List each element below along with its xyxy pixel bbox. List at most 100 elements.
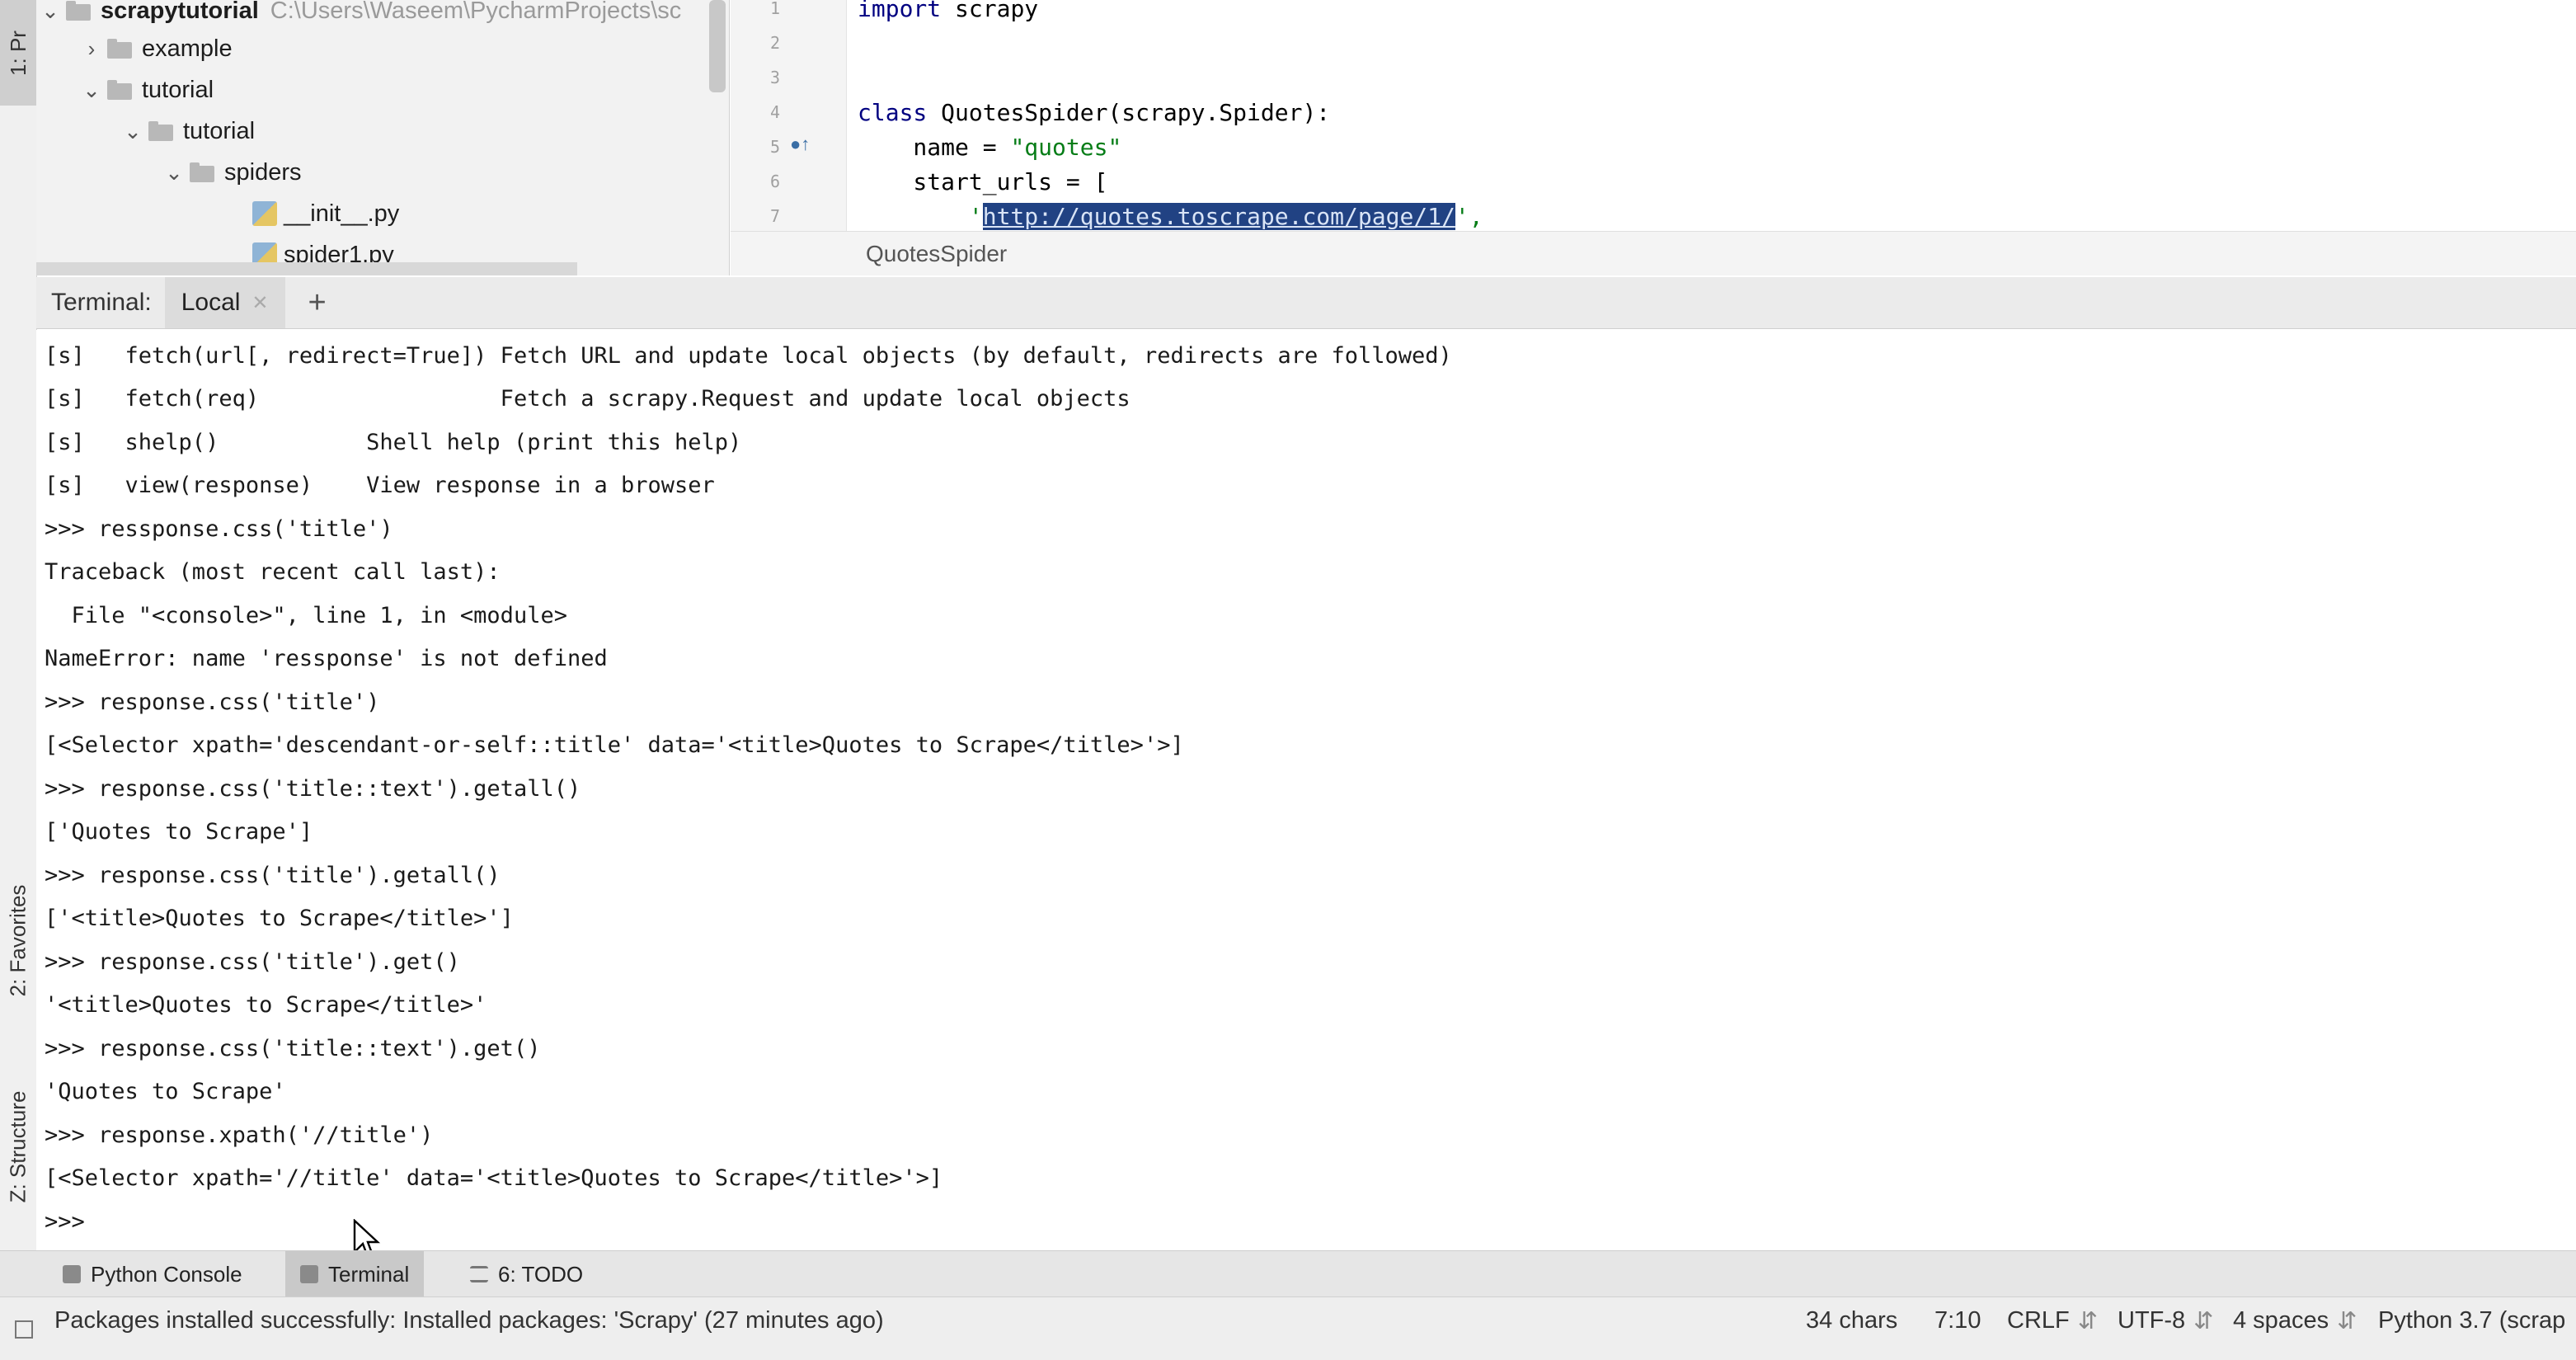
left-tool-strip: 1: Pr 2: Favorites Z: Structure [0,0,37,1250]
file-encoding[interactable]: UTF-8 ⇵ [2118,1297,2213,1344]
tab-label: 6: TODO [498,1261,584,1287]
tree-item-label: example [142,35,233,62]
editor-gutter: 1 2 3 4 5 6 7 ●↑ [731,0,847,231]
tree-root-path: C:\Users\Waseem\PycharmProjects\sc [270,0,682,24]
tree-item-root[interactable]: ⌄ scrapytutorial C:\Users\Waseem\Pycharm… [36,0,681,31]
tool-window-bar: Python Console Terminal 6: TODO [0,1250,2576,1297]
terminal-line: >>> response.css('title').getall() [45,863,501,888]
event-log-icon[interactable] [15,1320,33,1339]
terminal-line: >>> response.xpath('//title') [45,1122,434,1148]
close-icon[interactable]: ✕ [251,291,268,315]
tree-item-label: __init__.py [284,200,400,227]
chevron-updown-icon: ⇵ [2077,1307,2099,1334]
tree-item-tutorial[interactable]: ⌄ tutorial [78,69,214,111]
tab-label: Terminal [328,1261,410,1287]
structure-tab-label: Z: Structure [5,1090,31,1202]
terminal-line: >>> response.css('title::text').getall() [45,776,581,802]
add-terminal-tab-button[interactable]: + [308,285,327,321]
tab-label: Local [181,289,241,316]
terminal-line: >>> response.css('title') [45,689,380,715]
terminal-line: [s] view(response) View response in a br… [45,473,715,498]
editor-breadcrumb[interactable]: QuotesSpider [731,231,2576,275]
python-console-tab[interactable]: Python Console [48,1251,257,1297]
chevron-down-icon[interactable]: ⌄ [36,0,64,24]
structure-tool-tab[interactable]: Z: Structure [0,1064,36,1229]
terminal-line: [s] fetch(url[, redirect=True]) Fetch UR… [45,343,1452,369]
todo-tab[interactable]: 6: TODO [455,1251,598,1297]
line-number: 5 [769,137,780,157]
terminal-prompt[interactable]: >>> [45,1201,98,1244]
terminal-header: Terminal: Local ✕ + [36,277,2576,329]
favorites-tab-label: 2: Favorites [5,884,31,996]
code-line-5: name = "quotes" [858,134,1122,161]
python-interpreter[interactable]: Python 3.7 (scrap [2378,1297,2565,1344]
line-number: 2 [769,33,780,53]
tree-horizontal-scrollbar[interactable] [36,262,577,275]
terminal-line: ['Quotes to Scrape'] [45,819,313,845]
chevron-down-icon[interactable]: ⌄ [119,119,147,144]
tree-item-label: tutorial [142,76,214,103]
terminal-tool-tab[interactable]: Terminal [285,1251,425,1297]
terminal-line: Traceback (most recent call last): [45,559,501,585]
terminal-line: >>> ressponse.css('title') [45,516,393,542]
terminal-line: ['<title>Quotes to Scrape</title>'] [45,906,514,931]
line-number: 1 [769,0,780,18]
terminal-title: Terminal: [51,289,152,316]
line-number: 4 [769,102,780,122]
code-editor[interactable]: 1 2 3 4 5 6 7 ●↑ import scrapy class Quo… [731,0,2576,275]
favorites-tool-tab[interactable]: 2: Favorites [0,858,36,1023]
chevron-updown-icon: ⇵ [2337,1307,2357,1334]
python-file-icon [252,201,277,226]
terminal-line: 'Quotes to Scrape' [45,1079,286,1104]
chevron-down-icon[interactable]: ⌄ [160,160,188,186]
selection-chars: 34 chars [1806,1306,1898,1334]
folder-icon [64,1,92,21]
list-icon [470,1266,488,1282]
terminal-line: [<Selector xpath='descendant-or-self::ti… [45,732,1184,758]
tree-item-tutorial-package[interactable]: ⌄ tutorial [119,111,255,152]
tree-root-label: scrapytutorial [101,0,259,24]
tab-label: Python Console [91,1261,242,1287]
project-tab-label: 1: Pr [5,30,31,76]
caret-position[interactable]: 7:10 [1934,1297,1981,1344]
line-number: 3 [769,68,780,87]
python-console-icon [63,1265,81,1283]
terminal-line: [<Selector xpath='//title' data='<title>… [45,1165,943,1191]
status-bar: Packages installed successfully: Install… [0,1296,2576,1360]
code-line-1: import scrapy [858,0,1039,22]
chevron-updown-icon: ⇵ [2193,1307,2214,1334]
chevron-down-icon[interactable]: ⌄ [78,78,106,103]
tree-vertical-scrollbar[interactable] [709,0,726,92]
terminal-line: NameError: name 'ressponse' is not defin… [45,646,608,671]
code-line-7: 'http://quotes.toscrape.com/page/1/', [858,203,1483,230]
tree-item-spiders[interactable]: ⌄ spiders [160,152,302,193]
terminal-tab-local[interactable]: Local ✕ [164,277,285,328]
code-line-6: start_urls = [ [858,168,1108,195]
terminal-line: >>> response.css('title::text').get() [45,1036,541,1061]
line-number: 6 [769,172,780,191]
tree-item-init-py[interactable]: __init__.py [252,193,399,234]
project-tool-tab[interactable]: 1: Pr [0,0,36,106]
code-line-4: class QuotesSpider(scrapy.Spider): [858,99,1331,126]
mouse-pointer-icon [353,1219,381,1250]
terminal-line: File "<console>", line 1, in <module> [45,603,567,628]
line-number: 7 [769,206,780,226]
breadcrumb-class[interactable]: QuotesSpider [866,241,1007,267]
terminal-line: >>> response.css('title').get() [45,949,460,975]
project-tree-panel: ⌄ scrapytutorial C:\Users\Waseem\Pycharm… [36,0,730,275]
selected-url: http://quotes.toscrape.com/page/1/ [982,203,1455,230]
override-marker-icon[interactable]: ●↑ [790,134,810,155]
folder-icon [188,162,216,182]
tree-item-label: spiders [224,158,302,186]
terminal-output[interactable]: [s] fetch(url[, redirect=True]) Fetch UR… [36,330,2576,1250]
status-message[interactable]: Packages installed successfully: Install… [54,1297,884,1344]
line-separator[interactable]: CRLF ⇵ [2007,1297,2098,1344]
terminal-line: '<title>Quotes to Scrape</title>' [45,992,487,1018]
chevron-right-icon[interactable]: › [78,36,106,62]
tree-item-example[interactable]: › example [78,28,233,69]
tree-item-label: tutorial [183,117,256,144]
folder-icon [106,80,134,100]
indent-setting[interactable]: 4 spaces ⇵ [2233,1297,2357,1344]
terminal-icon [300,1265,318,1283]
folder-icon [106,39,134,59]
